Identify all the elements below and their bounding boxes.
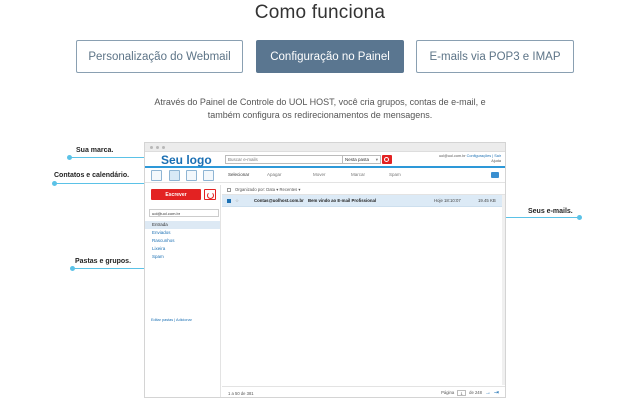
user-email: uol@uol.com.br xyxy=(438,154,466,158)
tab-bar: Personalização do Webmail Configuração n… xyxy=(76,40,574,73)
webmail-header: Seu logo Buscar e-mails Nesta pasta ▾ uo… xyxy=(145,152,505,168)
star-icon[interactable]: ☆ xyxy=(235,195,239,207)
webmail-logo: Seu logo xyxy=(161,153,212,167)
scrollbar[interactable] xyxy=(502,195,505,385)
move-button[interactable]: Mover xyxy=(313,172,326,177)
folder-sent[interactable]: Enviados xyxy=(145,229,220,237)
folder-list: Entrada Enviados Rascunhos Lixeira Spam xyxy=(145,221,220,261)
contacts-icon[interactable] xyxy=(151,170,162,181)
message-checkbox[interactable] xyxy=(227,199,231,203)
folder-inbox[interactable]: Entrada xyxy=(145,221,220,229)
page-label: Página xyxy=(441,390,455,395)
folder-trash[interactable]: Lixeira xyxy=(145,245,220,253)
page-total: de 248 xyxy=(469,390,482,395)
user-meta[interactable]: Ajuda xyxy=(491,159,501,163)
mark-button[interactable]: Marcar xyxy=(351,172,365,177)
delete-button[interactable]: Apagar xyxy=(267,172,282,177)
callout-contacts-line xyxy=(55,183,155,184)
folder-drafts[interactable]: Rascunhos xyxy=(145,237,220,245)
callout-folders-line xyxy=(73,268,153,269)
sort-label: Organizado por: xyxy=(235,187,266,192)
page-input[interactable]: 1 xyxy=(457,389,467,396)
callout-folders: Pastas e grupos. xyxy=(75,258,132,265)
description: Através do Painel de Controle do UOL HOS… xyxy=(154,97,486,120)
select-all-checkbox[interactable] xyxy=(227,188,231,192)
folder-scope-label: Nesta pasta xyxy=(345,157,370,162)
message-count: 1 a 50 de 381 xyxy=(228,391,254,396)
callout-contacts: Contatos e calendário. xyxy=(54,172,130,179)
user-icon[interactable] xyxy=(186,170,197,181)
spam-button[interactable]: Spam xyxy=(389,172,401,177)
message-row[interactable]: ☆ Contas@uolhost.com.br Bem vindo ao E-m… xyxy=(222,195,505,207)
folder-spam[interactable]: Spam xyxy=(145,253,220,261)
account-select[interactable]: uol@uol.com.br xyxy=(149,209,219,217)
search-icon[interactable] xyxy=(382,155,392,164)
view-toggle-icon[interactable] xyxy=(491,172,499,178)
folder-scope-select[interactable]: Nesta pasta ▾ xyxy=(342,155,381,164)
compose-button[interactable]: Escrever xyxy=(151,189,201,200)
message-subject: Bem vindo ao E-mail Profissional xyxy=(308,198,377,203)
webmail-toolbar: Selecionar Apagar Mover Marcar Spam xyxy=(145,168,505,183)
sort-by[interactable]: Data xyxy=(266,187,275,192)
user-links[interactable]: Configurações | Sair xyxy=(467,154,501,158)
sidebar: Escrever uol@uol.com.br Entrada Enviados… xyxy=(145,185,221,397)
callout-emails: Seus e-mails. xyxy=(528,208,573,215)
callout-brand: Sua marca. xyxy=(76,147,114,154)
email-view-icon[interactable] xyxy=(169,170,180,181)
search-input[interactable]: Buscar e-mails xyxy=(225,155,343,164)
pagination: Página 1 de 248 → ⇥ xyxy=(441,389,499,396)
last-page-icon[interactable]: ⇥ xyxy=(494,389,499,396)
calendar-icon[interactable] xyxy=(203,170,214,181)
sort-bar: Organizado por: Data ▾ Recentes ▾ xyxy=(222,185,505,195)
message-size: 19.45 KB xyxy=(478,198,496,203)
sort-order[interactable]: Recentes xyxy=(280,187,298,192)
window-chrome xyxy=(145,143,505,152)
message-list: Organizado por: Data ▾ Recentes ▾ ☆ Cont… xyxy=(222,185,505,397)
list-footer: 1 a 50 de 381 Página 1 de 248 → ⇥ xyxy=(222,386,505,397)
message-date: Hoje 18:10:07 xyxy=(434,198,461,203)
select-menu[interactable]: Selecionar xyxy=(228,172,249,177)
refresh-icon[interactable] xyxy=(204,189,216,200)
sort-controls: Organizado por: Data ▾ Recentes ▾ xyxy=(235,187,301,192)
user-info: uol@uol.com.br Configurações | Sair Ajud… xyxy=(439,154,501,164)
next-page-icon[interactable]: → xyxy=(485,390,491,396)
page-title: Como funciona xyxy=(254,2,386,23)
tab-pop3-imap[interactable]: E-mails via POP3 e IMAP xyxy=(416,40,574,73)
chevron-down-icon: ▾ xyxy=(375,157,378,162)
message-from: Contas@uolhost.com.br xyxy=(254,198,304,203)
tab-webmail-customization[interactable]: Personalização do Webmail xyxy=(76,40,243,73)
edit-folders-link[interactable]: Editar pastas | Adicionar xyxy=(151,318,192,322)
tab-panel-configuration[interactable]: Configuração no Painel xyxy=(256,40,404,73)
webmail-preview: Seu logo Buscar e-mails Nesta pasta ▾ uo… xyxy=(144,142,506,398)
